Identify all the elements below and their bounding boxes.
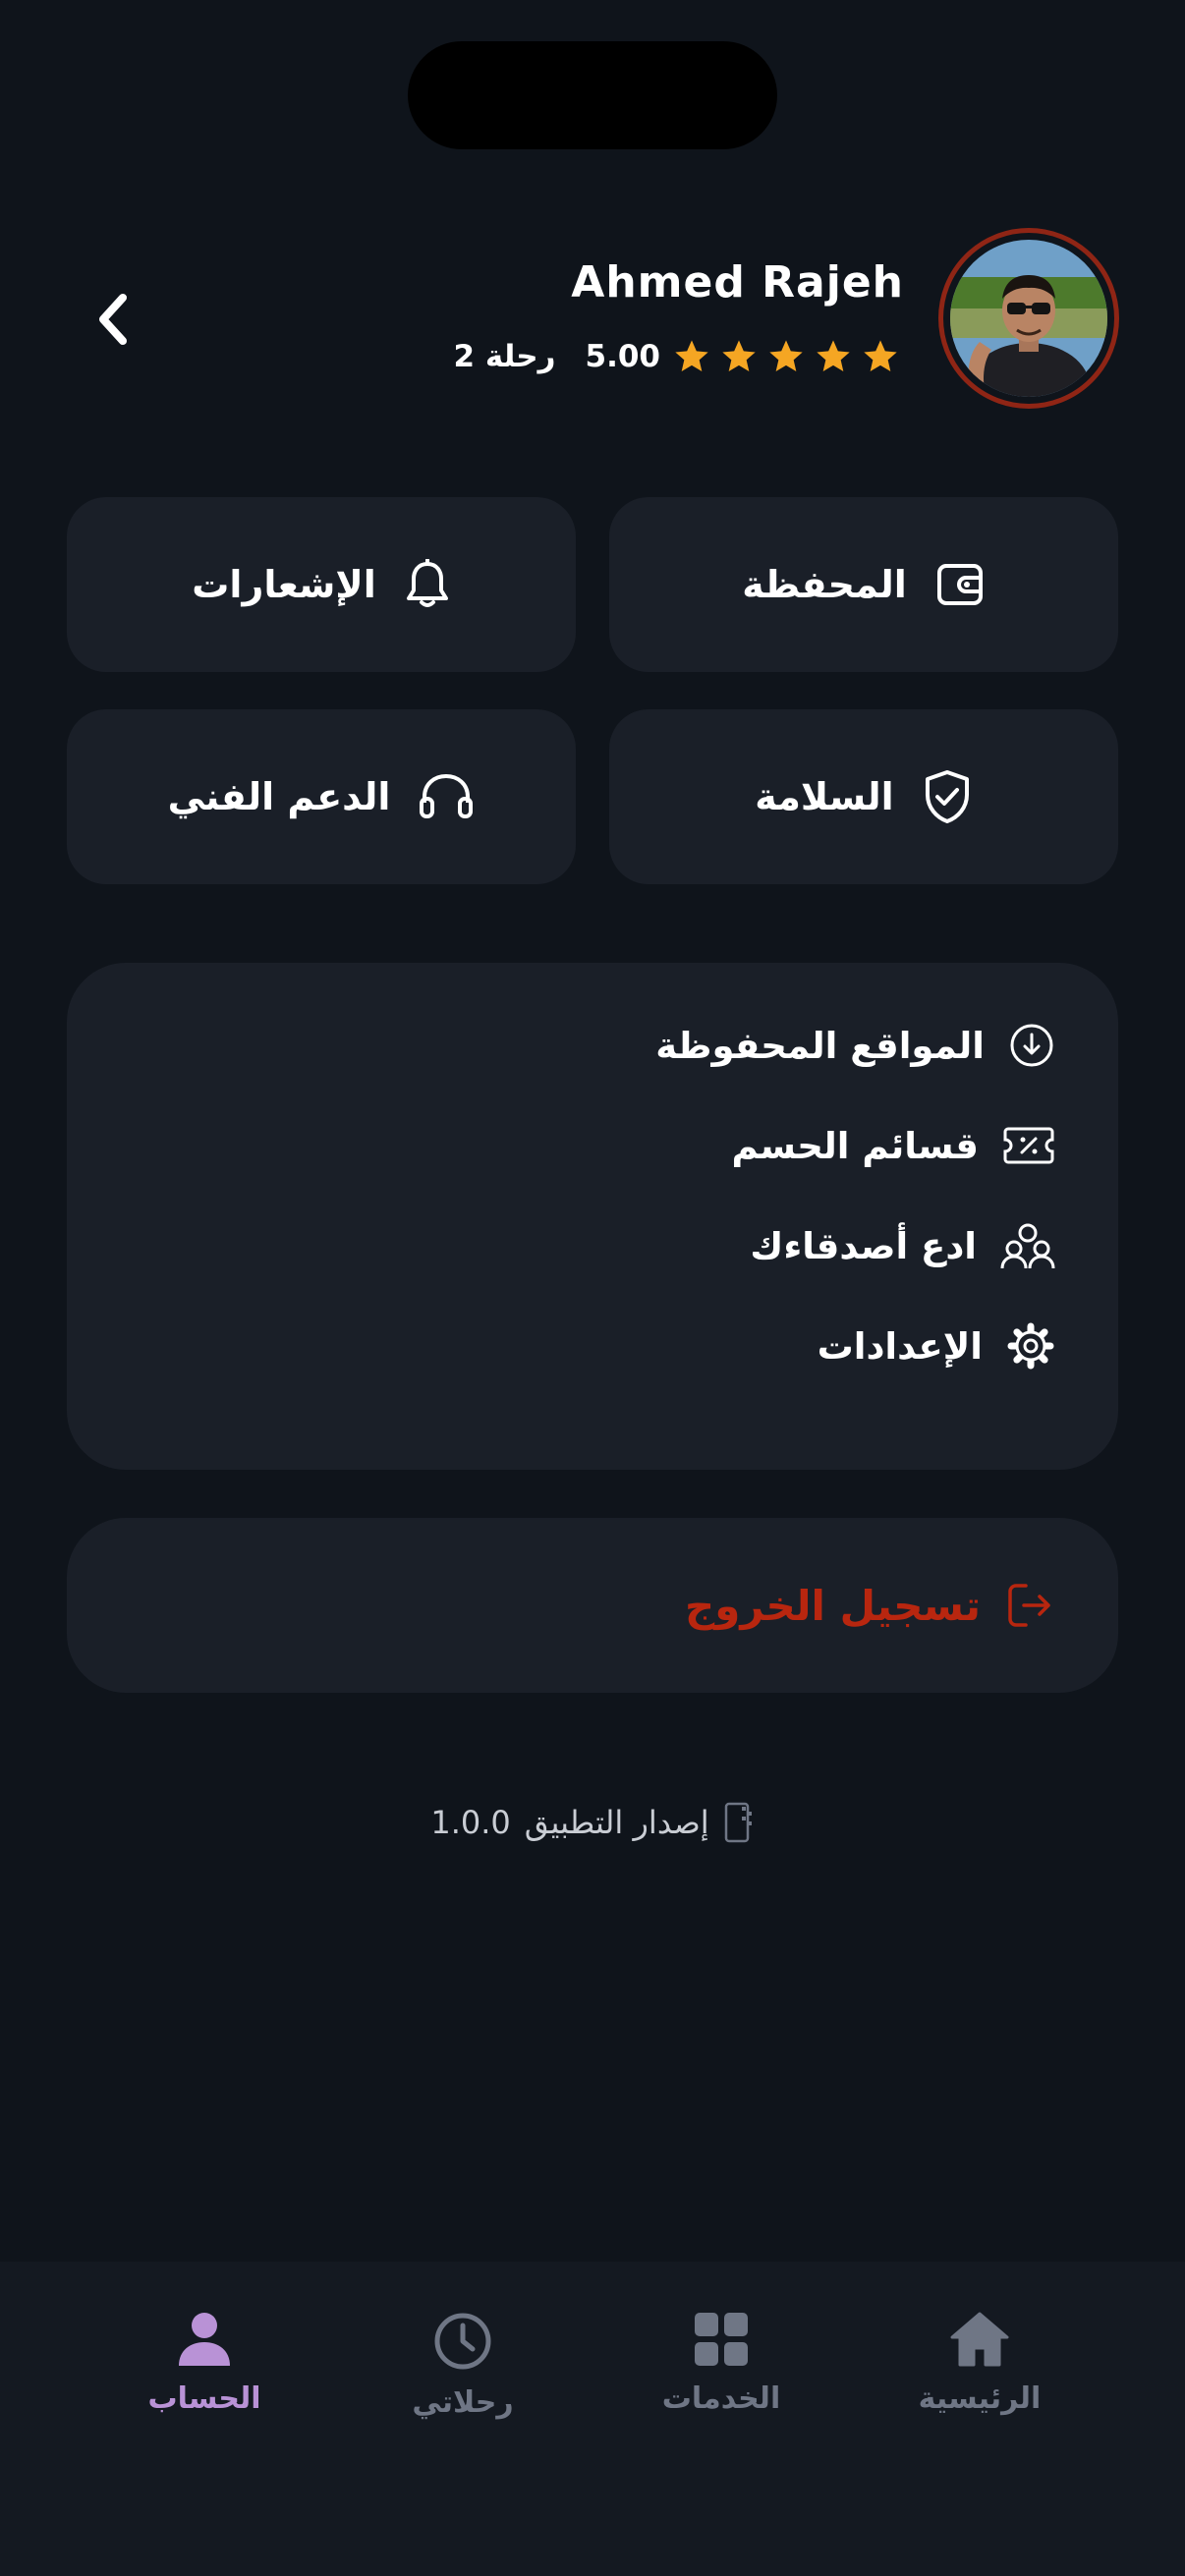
nav-item-services[interactable]: الخدمات xyxy=(613,2311,829,2458)
tile-wallet[interactable]: المحفظة xyxy=(609,497,1118,672)
trips-count: 2 رحلة xyxy=(453,339,556,374)
nav-item-home[interactable]: الرئيسية xyxy=(872,2311,1088,2458)
logout-icon xyxy=(1008,1584,1050,1627)
grid-icon xyxy=(695,2313,748,2366)
home-icon xyxy=(950,2312,1009,2367)
rating-row: 2 رحلة 5.00 xyxy=(453,332,900,381)
clock-icon xyxy=(434,2313,491,2370)
users-icon xyxy=(1000,1223,1055,1269)
nav-label-trips: رحلاتي xyxy=(412,2385,514,2420)
discount-ticket-icon xyxy=(1003,1127,1054,1164)
shield-check-icon xyxy=(925,770,969,823)
rating-value: 5.00 xyxy=(585,339,661,374)
menu-item-label: ادع أصدقاءك xyxy=(750,1224,977,1267)
menu-card: المواقع المحفوظة قسائم الحسم ادع أصدقاءك… xyxy=(67,963,1118,1470)
avatar[interactable] xyxy=(938,228,1119,409)
version-label: إصدار التطبيق xyxy=(524,1804,709,1841)
star-icon xyxy=(864,340,897,371)
menu-item-label: الإعدادات xyxy=(817,1324,983,1368)
app-version: 1.0.0 إصدار التطبيق xyxy=(0,1798,1185,1847)
chevron-left-icon xyxy=(99,294,127,345)
gear-icon xyxy=(1007,1322,1054,1370)
version-number: 1.0.0 xyxy=(430,1804,511,1841)
tile-safety-label: السلامة xyxy=(755,775,894,818)
phone-icon xyxy=(724,1802,752,1843)
star-icon xyxy=(769,340,803,371)
star-icon xyxy=(817,340,850,371)
logout-label: تسجيل الخروج xyxy=(685,1581,981,1630)
logout-card: تسجيل الخروج xyxy=(67,1518,1118,1693)
tile-notifications-label: الإشعارات xyxy=(192,563,376,606)
menu-item-promo-codes[interactable]: قسائم الحسم xyxy=(732,1106,1055,1185)
nav-label-services: الخدمات xyxy=(661,2381,781,2416)
avatar-photo xyxy=(950,240,1107,397)
menu-item-saved-places[interactable]: المواقع المحفوظة xyxy=(655,1006,1055,1085)
download-circle-icon xyxy=(1010,1024,1053,1067)
menu-item-settings[interactable]: الإعدادات xyxy=(818,1307,1055,1385)
bell-icon xyxy=(406,559,448,607)
tile-wallet-label: المحفظة xyxy=(742,563,907,606)
menu-item-label: المواقع المحفوظة xyxy=(655,1024,985,1067)
tile-support[interactable]: الدعم الفني xyxy=(67,709,576,884)
logout-button[interactable]: تسجيل الخروج xyxy=(685,1566,1055,1645)
headphones-icon xyxy=(420,773,474,818)
nav-item-trips[interactable]: رحلاتي xyxy=(355,2311,571,2458)
user-name: Ahmed Rajeh xyxy=(571,257,904,308)
wallet-icon xyxy=(936,564,983,605)
tile-support-label: الدعم الفني xyxy=(167,775,391,818)
star-icon xyxy=(675,340,708,371)
nav-item-account[interactable]: الحساب xyxy=(96,2311,312,2458)
back-button[interactable] xyxy=(79,275,147,364)
nav-label-home: الرئيسية xyxy=(918,2381,1042,2416)
star-icon xyxy=(722,340,756,371)
bottom-nav: الرئيسية الخدمات رحلاتي الحساب xyxy=(0,2262,1185,2576)
user-icon xyxy=(179,2313,230,2366)
rating-stars xyxy=(672,337,900,376)
tile-safety[interactable]: السلامة xyxy=(609,709,1118,884)
menu-item-label: قسائم الحسم xyxy=(731,1124,979,1167)
menu-item-invite-friends[interactable]: ادع أصدقاءك xyxy=(750,1206,1055,1285)
tile-notifications[interactable]: الإشعارات xyxy=(67,497,576,672)
dynamic-island xyxy=(408,41,777,149)
nav-label-account: الحساب xyxy=(147,2381,261,2416)
